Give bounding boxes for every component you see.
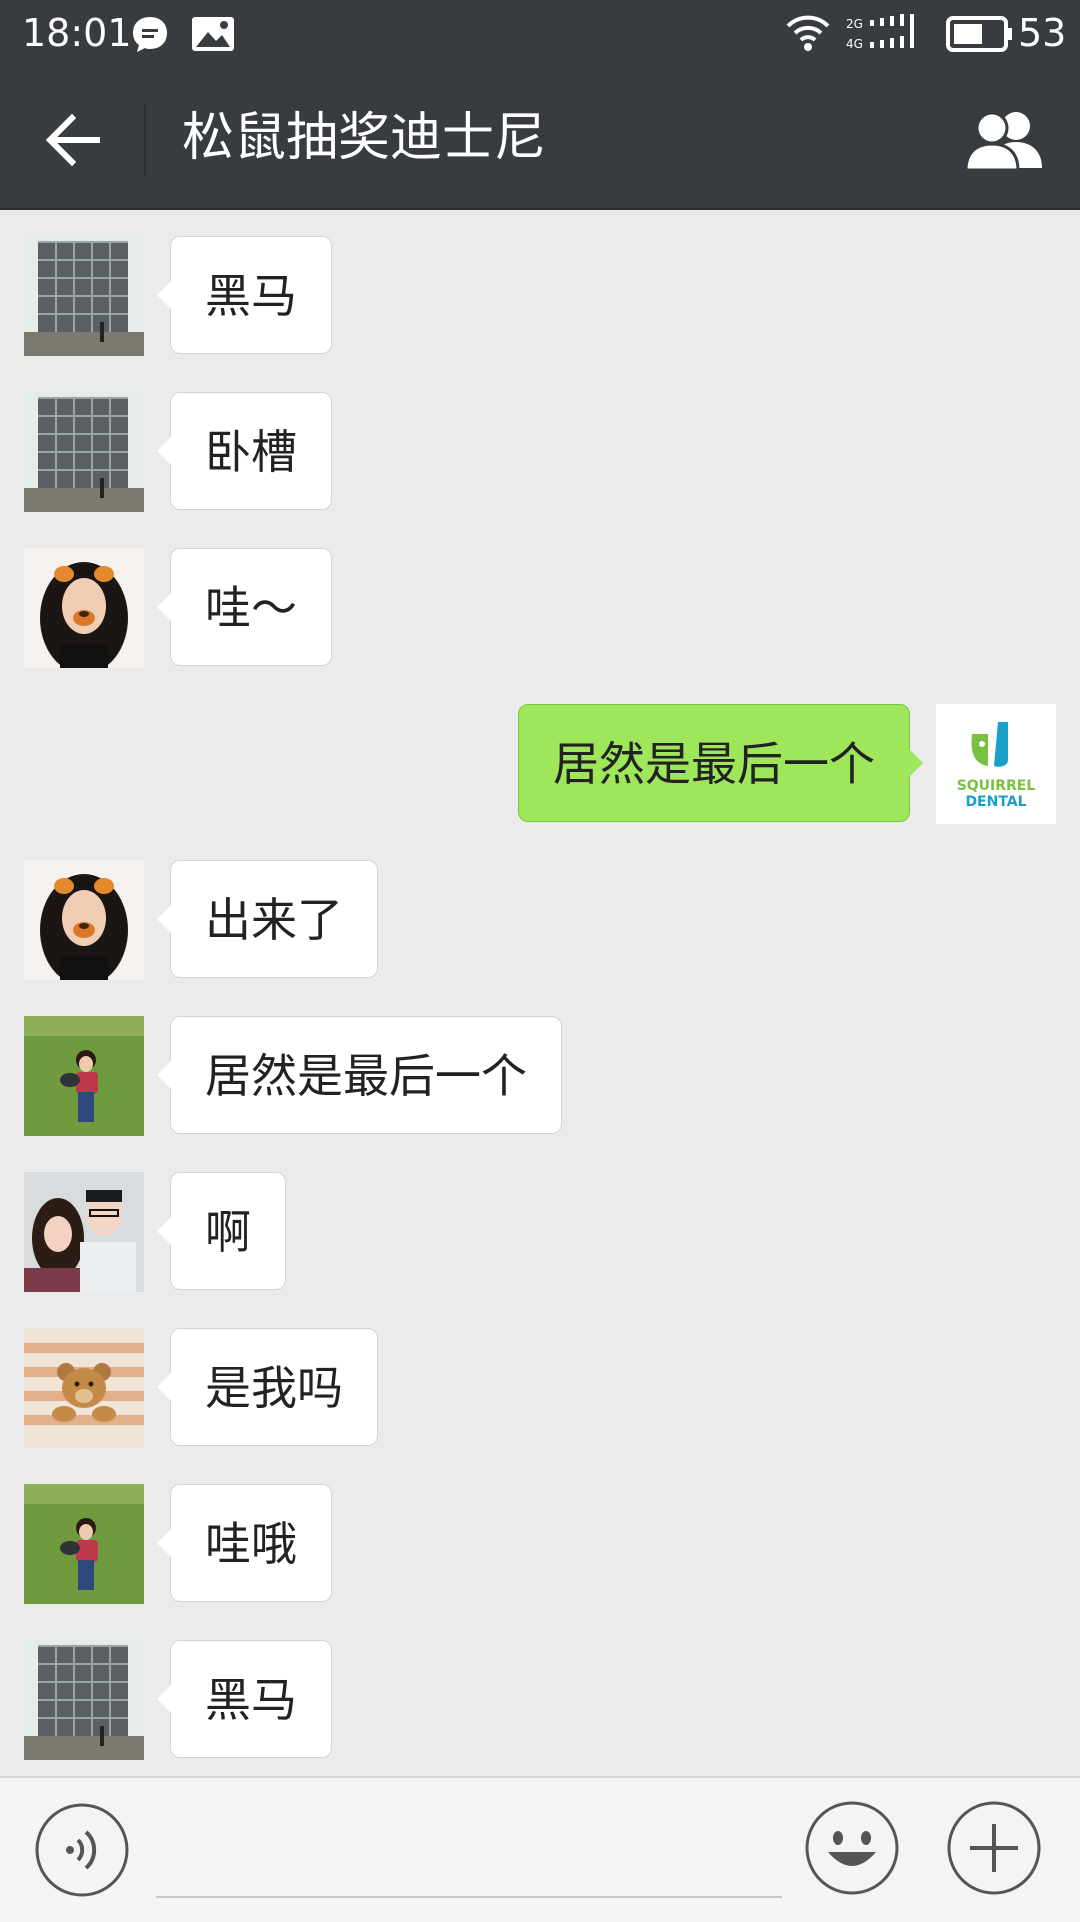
avatar[interactable] [24,1328,144,1448]
status-bar: 18:01 2G 4G 53 [0,0,1080,68]
message-bubble[interactable]: 黑马 [157,1640,332,1758]
people-icon[interactable] [962,104,1048,176]
message-bubble[interactable]: 是我吗 [157,1328,378,1446]
squirrel-dental-logo: SQUIRREL DENTAL [936,704,1056,824]
image-notification-icon [192,17,234,51]
network-2g-label: 2G [846,17,863,31]
avatar[interactable] [24,1016,144,1136]
avatar[interactable] [24,860,144,980]
message-item: 啊 [0,1172,1080,1292]
arrow-left-icon[interactable] [38,104,110,176]
building-photo [24,1640,144,1760]
message-bubble[interactable]: 哇～ [157,548,332,666]
message-bubble[interactable]: 居然是最后一个 [157,1016,562,1134]
cellular-signal-icon: 2G 4G [846,14,914,51]
plus-icon[interactable] [946,1800,1042,1896]
building-photo [24,392,144,512]
avatar[interactable] [24,1640,144,1760]
message-bubble[interactable]: 卧槽 [157,392,332,510]
message-bubble-sent[interactable]: 居然是最后一个 [518,704,923,822]
network-4g-label: 4G [846,37,863,51]
wifi-icon [786,15,830,51]
voice-icon[interactable] [34,1802,130,1898]
girl-dog-filter-photo [24,548,144,668]
message-bubble[interactable]: 黑马 [157,236,332,354]
message-bubble[interactable]: 出来了 [157,860,378,978]
avatar[interactable] [24,1172,144,1292]
message-item: 哇哦 [0,1484,1080,1604]
message-item: 卧槽 [0,392,1080,512]
message-item: 黑马 [0,1640,1080,1760]
logo-text-line2: DENTAL [965,794,1026,810]
message-item: 黑马 [0,236,1080,356]
status-time: 18:01 [22,11,132,55]
child-on-grass-photo [24,1016,144,1136]
avatar[interactable] [24,1484,144,1604]
message-item: 居然是最后一个 [0,1016,1080,1136]
message-item: SQUIRREL DENTAL 居然是最后一个 [0,704,1080,824]
logo-text-line1: SQUIRREL [957,778,1036,794]
message-item: 出来了 [0,860,1080,980]
message-item: 是我吗 [0,1328,1080,1448]
message-bubble[interactable]: 啊 [157,1172,286,1290]
battery-icon [946,16,1012,52]
building-photo [24,236,144,356]
teddy-bear-photo [24,1328,144,1448]
message-list[interactable]: 黑马 卧槽 哇～ SQUIRREL DENTAL 居然是最后一个 出来了 居然是… [0,210,1080,1778]
avatar[interactable] [24,236,144,356]
header-divider [144,104,146,176]
child-on-grass-photo [24,1484,144,1604]
input-bar [0,1776,1080,1922]
avatar[interactable] [24,548,144,668]
avatar[interactable] [24,392,144,512]
smiley-icon[interactable] [804,1800,900,1896]
avatar[interactable]: SQUIRREL DENTAL [936,704,1056,824]
battery-percentage: 53 [1018,11,1067,55]
chat-title: 松鼠抽奖迪士尼 [182,108,547,168]
message-bubble[interactable]: 哇哦 [157,1484,332,1602]
chat-header: 松鼠抽奖迪士尼 [0,68,1080,210]
message-item: 哇～ [0,548,1080,668]
message-notification-icon [133,17,167,52]
girl-dog-filter-photo [24,860,144,980]
couple-selfie-photo [24,1172,144,1292]
message-input[interactable] [156,1896,782,1898]
